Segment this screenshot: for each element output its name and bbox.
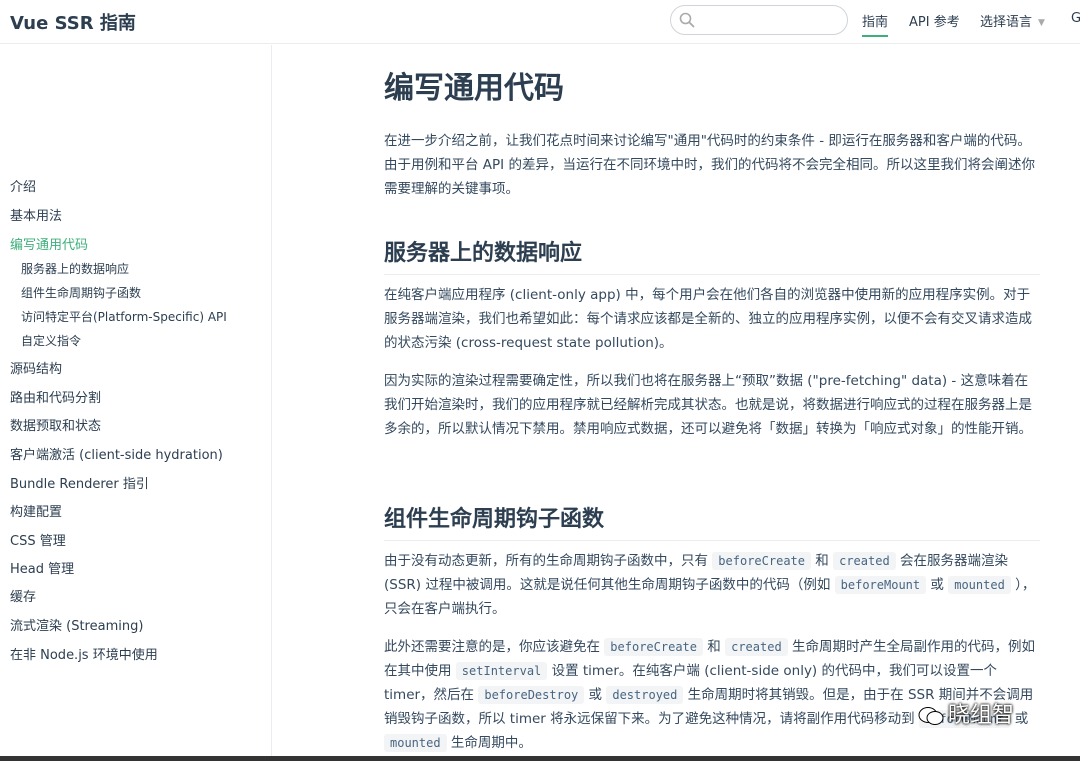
inline-code: created [833, 552, 896, 570]
sidebar-item-hydration[interactable]: 客户端激活 (client-side hydration) [10, 444, 223, 463]
nav-github-link[interactable]: G [1071, 11, 1080, 26]
inline-code: destroyed [606, 686, 684, 704]
sidebar-subitem-hooks[interactable]: 组件生命周期钩子函数 [21, 284, 141, 301]
top-navbar: Vue SSR 指南 指南 API 参考 选择语言 ▼ G [0, 0, 1080, 44]
sidebar-item-head[interactable]: Head 管理 [10, 558, 74, 577]
sidebar-item-streaming[interactable]: 流式渲染 (Streaming) [10, 615, 143, 634]
section-heading-hooks: 组件生命周期钩子函数 [384, 501, 1040, 541]
sidebar-item-caching[interactable]: 缓存 [10, 586, 36, 605]
inline-code: beforeMount [834, 576, 927, 594]
nav-guide-link[interactable]: 指南 [862, 11, 889, 37]
watermark: 晓组智 [918, 697, 1014, 729]
hooks-paragraph-2: 此外还需要注意的是，你应该避免在 beforeCreate 和 created … [384, 638, 1035, 752]
site-logo[interactable]: Vue SSR 指南 [10, 9, 136, 35]
inline-code: setInterval [455, 662, 548, 680]
intro-paragraph: 在进一步介绍之前，让我们花点时间来讨论编写"通用"代码时的约束条件 - 即运行在… [384, 133, 1035, 197]
sidebar-subitem-platform[interactable]: 访问特定平台(Platform-Specific) API [21, 308, 227, 325]
sidebar: 介绍 基本用法 编写通用代码 服务器上的数据响应 组件生命周期钩子函数 访问特定… [0, 45, 272, 761]
watermark-text: 晓组智 [948, 703, 1015, 728]
language-dropdown[interactable]: 选择语言 ▼ [980, 11, 1045, 30]
sidebar-item-universal[interactable]: 编写通用代码 [10, 234, 88, 253]
inline-code: mounted [948, 576, 1011, 594]
inline-code: beforeCreate [712, 552, 811, 570]
sidebar-item-css[interactable]: CSS 管理 [10, 530, 66, 549]
sidebar-subitem-directives[interactable]: 自定义指令 [21, 332, 81, 349]
sidebar-item-build[interactable]: 构建配置 [10, 501, 62, 520]
sidebar-item-data[interactable]: 数据预取和状态 [10, 415, 101, 434]
nav-api-link[interactable]: API 参考 [909, 11, 960, 30]
inline-code: mounted [384, 734, 447, 752]
sidebar-item-structure[interactable]: 源码结构 [10, 358, 62, 377]
sidebar-item-routing[interactable]: 路由和代码分割 [10, 387, 101, 406]
page-title: 编写通用代码 [384, 71, 564, 106]
data-paragraph-1: 在纯客户端应用程序 (client-only app) 中，每个用户会在他们各自… [384, 287, 1032, 351]
chat-bubble-icon [918, 707, 944, 725]
sidebar-item-intro[interactable]: 介绍 [10, 176, 36, 195]
inline-code: beforeCreate [604, 638, 703, 656]
search-icon [679, 12, 695, 28]
language-label: 选择语言 [980, 15, 1033, 30]
search-box[interactable] [670, 5, 848, 35]
chevron-down-icon: ▼ [1038, 17, 1045, 28]
sidebar-item-bundle[interactable]: Bundle Renderer 指引 [10, 473, 149, 492]
hooks-paragraph-1: 由于没有动态更新，所有的生命周期钩子函数中，只有 beforeCreate 和 … [384, 552, 1036, 617]
section-heading-data: 服务器上的数据响应 [384, 235, 1040, 275]
sidebar-item-nonnode[interactable]: 在非 Node.js 环境中使用 [10, 644, 158, 663]
search-input[interactable] [701, 10, 841, 30]
bottom-bar [0, 756, 1080, 761]
sidebar-subitem-data[interactable]: 服务器上的数据响应 [21, 260, 129, 277]
inline-code: created [725, 638, 788, 656]
sidebar-item-basic[interactable]: 基本用法 [10, 205, 62, 224]
inline-code: beforeDestroy [478, 686, 585, 704]
data-paragraph-2: 因为实际的渲染过程需要确定性，所以我们也将在服务器上“预取”数据 ("pre-f… [384, 373, 1032, 437]
